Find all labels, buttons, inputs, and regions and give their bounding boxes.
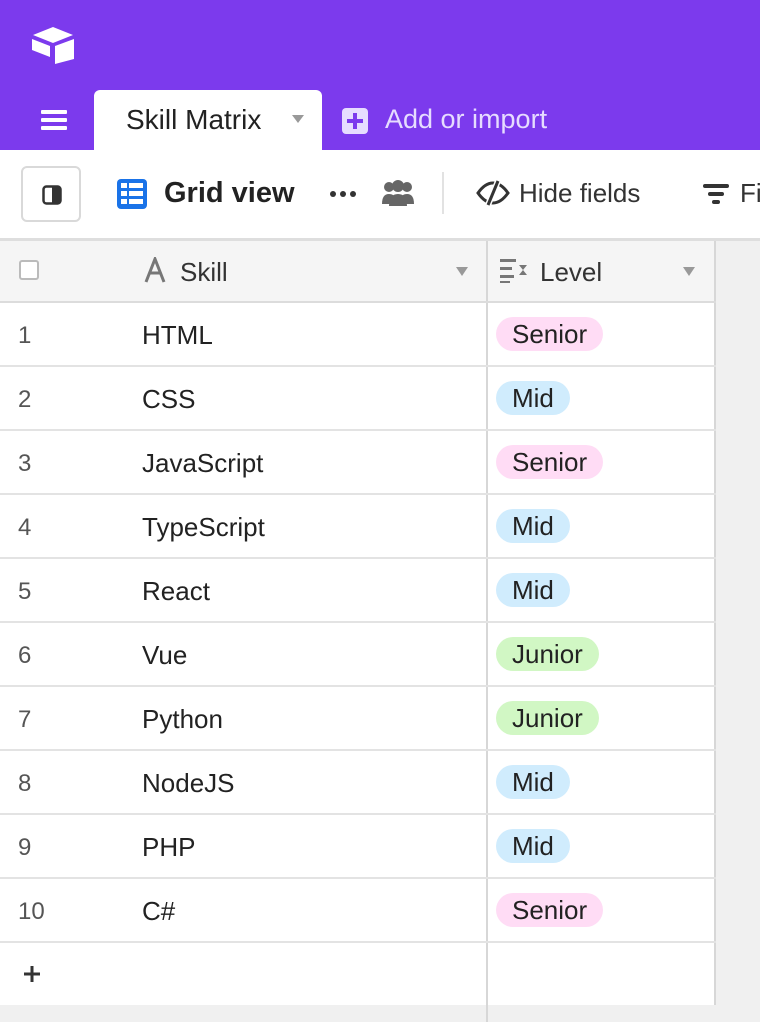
table-row[interactable]: 6 Vue Junior (0, 623, 716, 687)
grid-right-edge (714, 241, 716, 301)
cell-skill[interactable]: JavaScript (142, 448, 263, 479)
column-divider (486, 943, 488, 1005)
data-grid: Skill Level 1 HTML Senior 2 CSS Mid 3 JavaScrip… (0, 241, 716, 1007)
row-number: 1 (18, 322, 32, 349)
level-badge[interactable]: Junior (496, 637, 599, 671)
row-number: 5 (18, 578, 32, 605)
add-or-import-label: Add or import (385, 104, 548, 134)
cell-skill[interactable]: HTML (142, 320, 213, 351)
table-row[interactable]: 4 TypeScript Mid (0, 495, 716, 559)
select-all-checkbox[interactable] (19, 260, 39, 280)
view-name[interactable]: Grid view (164, 177, 295, 210)
table-row[interactable]: 3 JavaScript Senior (0, 431, 716, 495)
grid-view-icon (117, 179, 147, 209)
row-number: 6 (18, 642, 32, 669)
row-number: 3 (18, 450, 32, 477)
filter-label: Fi (740, 178, 760, 208)
filter-icon (703, 184, 729, 204)
table-row[interactable]: 2 CSS Mid (0, 367, 716, 431)
row-number: 2 (18, 386, 32, 413)
table-row[interactable]: 8 NodeJS Mid (0, 751, 716, 815)
row-number: 7 (18, 706, 32, 733)
table-row[interactable]: 5 React Mid (0, 559, 716, 623)
cell-skill[interactable]: TypeScript (142, 512, 265, 543)
cell-skill[interactable]: Python (142, 704, 223, 735)
tab-label: Skill Matrix (126, 104, 262, 135)
grid-footer-area (0, 1005, 760, 1022)
column-menu-caret-icon[interactable] (456, 267, 468, 276)
table-row[interactable]: 7 Python Junior (0, 687, 716, 751)
plus-square-icon (342, 108, 368, 134)
grid-body: 1 HTML Senior 2 CSS Mid 3 JavaScript Senior 4 Type… (0, 303, 716, 943)
column-divider (486, 241, 488, 301)
column-header-skill[interactable]: Skill (180, 257, 228, 288)
level-badge[interactable]: Mid (496, 829, 570, 863)
column-divider (486, 1005, 488, 1022)
table-row[interactable]: 10 C# Senior (0, 879, 716, 943)
level-badge[interactable]: Junior (496, 701, 599, 735)
cell-skill[interactable]: Vue (142, 640, 187, 671)
table-row[interactable]: 1 HTML Senior (0, 303, 716, 367)
airtable-logo-icon[interactable] (28, 24, 78, 64)
table-row[interactable]: 9 PHP Mid (0, 815, 716, 879)
sidebar-toggle-icon (42, 185, 62, 205)
row-number: 4 (18, 514, 32, 541)
row-number: 8 (18, 770, 32, 797)
hamburger-menu-icon[interactable] (38, 106, 70, 134)
tab-skill-matrix[interactable]: Skill Matrix (94, 90, 322, 152)
people-icon[interactable] (380, 178, 416, 208)
level-badge[interactable]: Senior (496, 893, 604, 927)
column-header-level[interactable]: Level (540, 257, 602, 288)
view-toolbar: Grid view Hide fields Fi (0, 150, 760, 241)
row-number: 9 (18, 834, 32, 861)
cell-skill[interactable]: React (142, 576, 210, 607)
more-icon[interactable] (329, 190, 357, 198)
row-number: 10 (18, 898, 45, 925)
level-badge[interactable]: Mid (496, 509, 570, 543)
add-row-button[interactable] (0, 943, 716, 1007)
hide-fields-label: Hide fields (519, 178, 641, 208)
level-badge[interactable]: Mid (496, 381, 570, 415)
cell-skill[interactable]: PHP (142, 832, 195, 863)
cell-skill[interactable]: NodeJS (142, 768, 235, 799)
top-bar: Skill Matrix Add or import (0, 0, 760, 152)
single-select-icon (500, 259, 527, 283)
text-field-icon (144, 257, 166, 283)
plus-icon (24, 966, 40, 982)
cell-skill[interactable]: CSS (142, 384, 195, 415)
level-badge[interactable]: Mid (496, 765, 570, 799)
caret-down-icon[interactable] (291, 114, 305, 124)
grid-header: Skill Level (0, 241, 716, 303)
level-badge[interactable]: Senior (496, 445, 604, 479)
level-badge[interactable]: Mid (496, 573, 570, 607)
cell-skill[interactable]: C# (142, 896, 175, 927)
column-menu-caret-icon[interactable] (683, 267, 695, 276)
grid-right-edge (714, 943, 716, 1005)
sidebar-toggle-button[interactable] (21, 166, 81, 222)
eye-slash-icon (476, 180, 510, 206)
toolbar-divider (442, 172, 444, 214)
level-badge[interactable]: Senior (496, 317, 604, 351)
